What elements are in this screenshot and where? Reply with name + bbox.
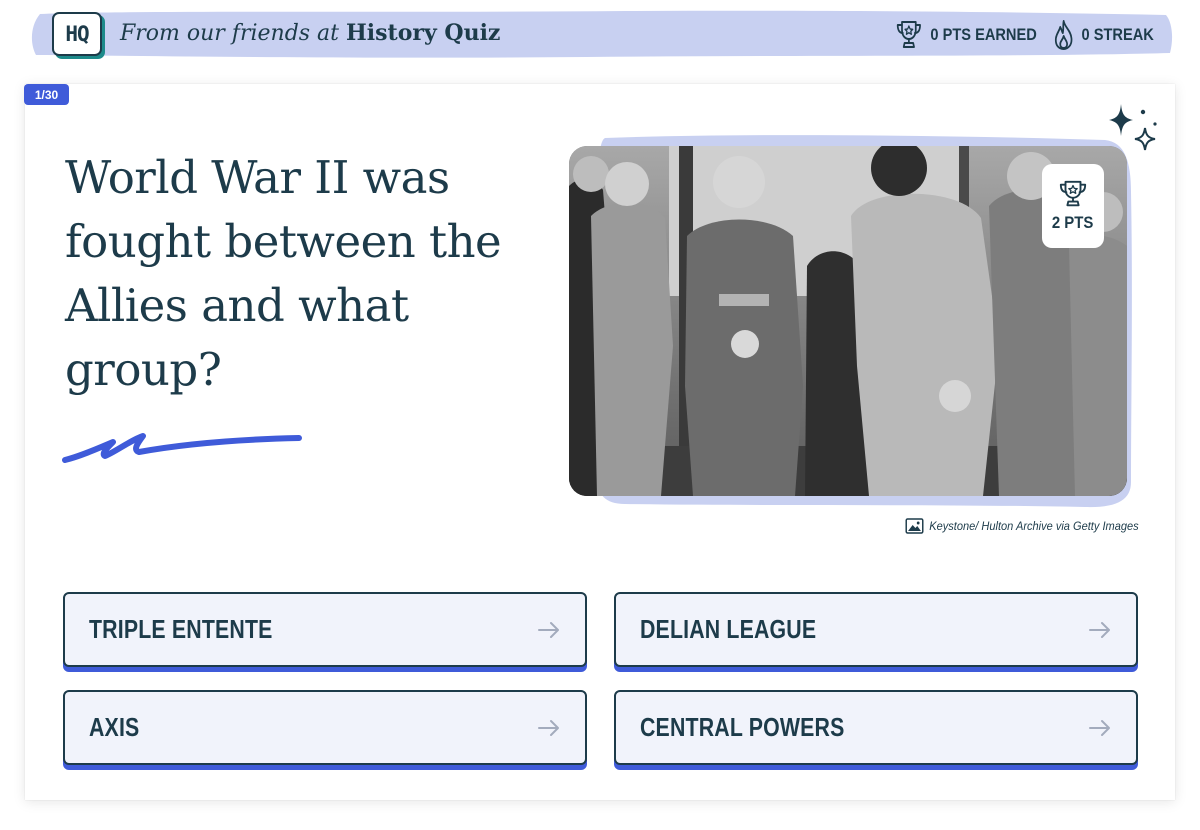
header-banner: HQ From our friends at History Quiz 0 PT…	[26, 8, 1176, 60]
sponsor-brand: History Quiz	[346, 20, 501, 46]
answer-label: DELIAN LEAGUE	[640, 614, 817, 644]
points-earned-label: 0 PTS EARNED	[930, 25, 1037, 44]
question-progress-badge: 1/30	[24, 84, 69, 105]
answer-option-axis[interactable]: AXIS	[63, 690, 587, 765]
arrow-right-icon	[1089, 719, 1110, 736]
answer-option-central-powers[interactable]: CENTRAL POWERS	[614, 690, 1138, 765]
answer-option-triple-entente[interactable]: TRIPLE ENTENTE	[63, 592, 587, 667]
question-photo-frame: 2 PTS	[565, 132, 1145, 512]
history-quiz-logo[interactable]: HQ	[52, 12, 102, 56]
answer-option-delian-league[interactable]: DELIAN LEAGUE	[614, 592, 1138, 667]
trophy-icon	[1059, 180, 1087, 207]
arrow-right-icon	[1089, 621, 1110, 638]
question-points-label: 2 PTS	[1052, 213, 1094, 232]
sponsor-text: From our friends at History Quiz	[120, 20, 500, 46]
photo-credit-text: Keystone/ Hulton Archive via Getty Image…	[929, 519, 1139, 533]
question-points-badge: 2 PTS	[1042, 164, 1104, 248]
answer-label: CENTRAL POWERS	[640, 712, 845, 742]
quiz-card: World War II was fought between the Alli…	[25, 84, 1175, 800]
answer-label: TRIPLE ENTENTE	[89, 614, 273, 644]
streak-label: 0 STREAK	[1081, 25, 1154, 44]
sparkles-icon	[1109, 104, 1157, 151]
score-stats: 0 PTS EARNED 0 STREAK	[894, 19, 1154, 51]
answer-label: AXIS	[89, 712, 140, 742]
streak-stat: 0 STREAK	[1052, 19, 1154, 51]
arrow-right-icon	[538, 621, 559, 638]
squiggle-decoration	[62, 433, 302, 463]
question-text: World War II was fought between the Alli…	[65, 151, 502, 396]
sponsor-lead: From our friends at	[120, 21, 347, 46]
points-earned-stat: 0 PTS EARNED	[894, 19, 1037, 51]
photo-credit: Keystone/ Hulton Archive via Getty Image…	[905, 518, 1139, 534]
flame-icon	[1054, 20, 1073, 50]
image-icon	[905, 518, 924, 534]
trophy-icon	[897, 21, 922, 48]
arrow-right-icon	[538, 719, 559, 736]
